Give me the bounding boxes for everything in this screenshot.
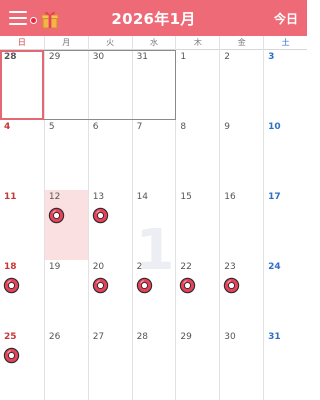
day-cell[interactable]: 16 <box>219 190 264 260</box>
weekday-monday: 月 <box>43 36 88 50</box>
day-cell[interactable]: 26 <box>43 330 88 400</box>
day-cell[interactable]: 23 <box>219 260 264 330</box>
week-row: 11 12 13 14 15 16 17 <box>0 190 307 260</box>
day-number: 10 <box>268 122 281 132</box>
day-number: 7 <box>136 122 143 132</box>
day-cell[interactable]: 22 <box>175 260 220 330</box>
hamburger-menu-icon[interactable] <box>9 10 37 25</box>
day-cell[interactable]: 17 <box>263 190 307 260</box>
day-number: 6 <box>92 122 99 132</box>
gift-icon[interactable] <box>40 9 60 29</box>
month-title[interactable]: 2026年1月 <box>111 10 195 28</box>
day-number: 19 <box>48 262 61 272</box>
day-cell[interactable]: 29 <box>175 330 220 400</box>
day-cell[interactable]: 28 <box>131 330 176 400</box>
week-row: 28 29 30 31 1 2 3 <box>0 50 307 120</box>
day-cell[interactable]: 30 <box>219 330 264 400</box>
week-row: 25 26 27 28 29 30 31 <box>0 330 307 400</box>
day-number: 29 <box>48 52 61 62</box>
period-stamp-icon <box>136 277 152 294</box>
day-cell[interactable]: 4 <box>0 120 44 190</box>
day-cell[interactable]: 8 <box>175 120 220 190</box>
app-header: 2026年1月 今日 <box>0 0 307 36</box>
day-number: 27 <box>92 332 105 342</box>
period-stamp-icon <box>3 277 20 294</box>
day-number: 16 <box>224 192 236 202</box>
weekday-thursday: 木 <box>175 36 219 50</box>
period-stamp-icon <box>180 277 196 294</box>
week-row: 4 5 6 7 8 9 10 <box>0 120 307 190</box>
day-cell[interactable]: 28 <box>0 50 44 120</box>
day-cell[interactable]: 6 <box>87 120 132 190</box>
day-number: 20 <box>92 262 105 272</box>
weekday-friday: 金 <box>219 36 263 50</box>
weekday-wednesday: 水 <box>131 36 176 50</box>
day-cell[interactable]: 27 <box>87 330 132 400</box>
weekday-saturday: 土 <box>263 36 307 50</box>
day-number: 18 <box>4 262 17 272</box>
day-cell[interactable]: 31 <box>263 330 307 400</box>
period-stamp-icon <box>224 277 240 294</box>
day-number: 21 <box>136 262 149 272</box>
day-number: 22 <box>180 262 192 272</box>
calendar-grid: 28 29 30 31 1 2 3 4 5 6 7 8 9 10 11 12 13 14 15 16 17 18 19 20 2… <box>0 50 307 400</box>
day-number: 30 <box>224 332 236 342</box>
day-number: 26 <box>48 332 61 342</box>
day-cell[interactable]: 20 <box>87 260 132 330</box>
weekday-header-row: 日 月 火 水 木 金 土 <box>0 36 307 50</box>
weekday-sunday: 日 <box>17 38 26 47</box>
day-cell[interactable]: 18 <box>0 260 44 330</box>
day-number: 12 <box>48 192 61 202</box>
day-number: 17 <box>268 192 281 202</box>
day-cell[interactable]: 7 <box>131 120 176 190</box>
day-cell[interactable]: 31 <box>131 50 176 120</box>
today-button[interactable]: 今日 <box>274 10 298 27</box>
day-number: 1 <box>180 52 187 62</box>
day-cell[interactable]: 21 <box>131 260 176 330</box>
day-cell[interactable]: 15 <box>175 190 220 260</box>
notification-dot <box>30 17 37 24</box>
day-number: 5 <box>48 122 55 132</box>
day-cell[interactable]: 9 <box>219 120 264 190</box>
day-number: 24 <box>268 262 281 272</box>
day-cell[interactable]: 24 <box>263 260 307 330</box>
day-number: 13 <box>92 192 105 202</box>
period-stamp-icon <box>48 207 65 224</box>
week-row: 18 19 20 21 22 23 24 <box>0 260 307 330</box>
day-cell[interactable]: 29 <box>43 50 88 120</box>
weekday-tuesday: 火 <box>87 36 132 50</box>
day-cell[interactable]: 11 <box>0 190 44 260</box>
period-stamp-icon <box>3 347 20 364</box>
period-stamp-icon <box>92 277 108 294</box>
day-number: 31 <box>136 52 149 62</box>
day-cell[interactable]: 3 <box>263 50 307 120</box>
day-number: 4 <box>4 122 11 132</box>
day-cell[interactable]: 30 <box>87 50 132 120</box>
day-cell[interactable]: 5 <box>43 120 88 190</box>
day-number: 28 <box>136 332 149 342</box>
period-stamp-icon <box>92 207 108 224</box>
day-number: 9 <box>224 122 231 132</box>
day-cell[interactable]: 1 <box>175 50 220 120</box>
day-cell[interactable]: 2 <box>219 50 264 120</box>
day-cell[interactable]: 19 <box>43 260 88 330</box>
day-cell[interactable]: 14 <box>131 190 176 260</box>
day-number: 31 <box>268 332 281 342</box>
day-number: 23 <box>224 262 236 272</box>
day-number: 29 <box>180 332 192 342</box>
day-number: 25 <box>4 332 17 342</box>
day-number: 14 <box>136 192 149 202</box>
day-number: 2 <box>224 52 231 62</box>
day-number: 30 <box>92 52 105 62</box>
day-cell[interactable]: 12 <box>43 190 88 260</box>
day-cell[interactable]: 10 <box>263 120 307 190</box>
day-number: 8 <box>180 122 187 132</box>
day-cell[interactable]: 25 <box>0 330 44 400</box>
day-number: 15 <box>180 192 192 202</box>
day-number: 3 <box>268 52 275 62</box>
day-cell[interactable]: 13 <box>87 190 132 260</box>
day-number: 11 <box>4 192 17 202</box>
day-number: 28 <box>4 52 17 62</box>
